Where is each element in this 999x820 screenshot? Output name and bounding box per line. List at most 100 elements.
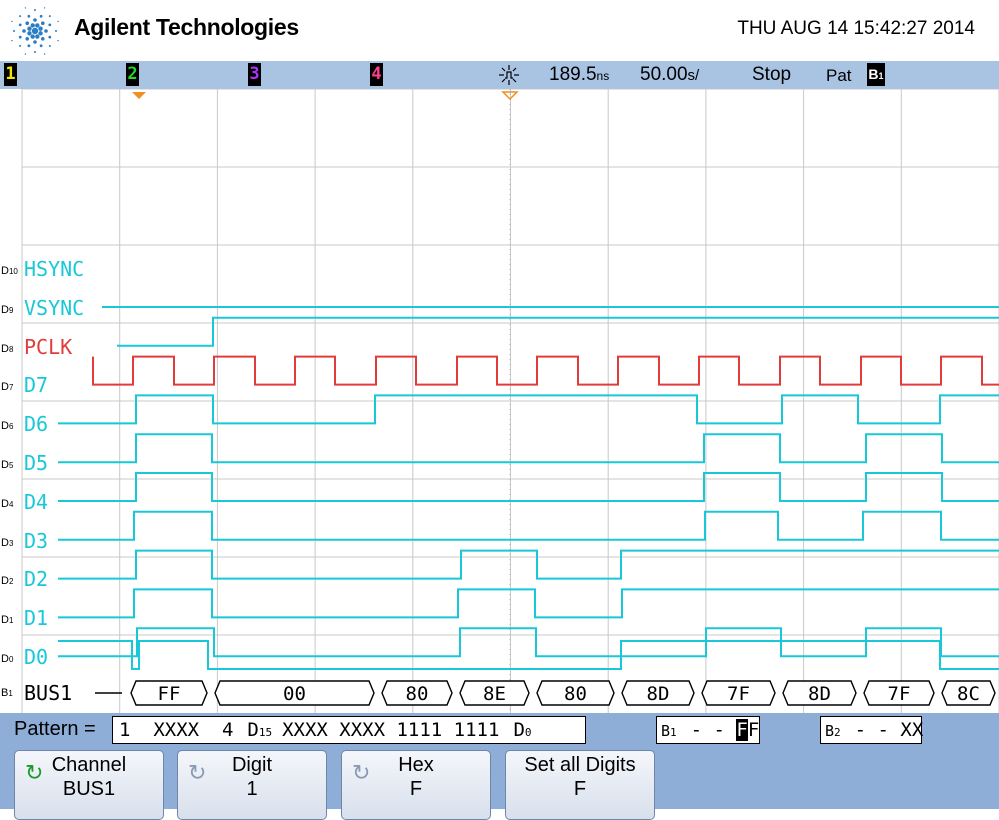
trigger-position-marker bbox=[132, 92, 146, 99]
pattern-d15-label: D bbox=[247, 719, 259, 741]
pattern-b1-box[interactable]: B1 - - FF bbox=[656, 716, 760, 744]
chan-id-number: 1 bbox=[8, 616, 14, 626]
logo-dot-27 bbox=[34, 51, 36, 53]
softkey-channel-value: BUS1 bbox=[62, 778, 116, 800]
softkey-channel-label: Channel bbox=[51, 754, 127, 776]
timebase[interactable]: 50.00s/ bbox=[640, 64, 699, 86]
channel-4-badge[interactable]: 4 bbox=[370, 63, 383, 86]
channel-label-d4[interactable]: D4 bbox=[24, 490, 48, 514]
channel-2-badge[interactable]: 2 bbox=[126, 63, 139, 86]
trigger-icon bbox=[499, 65, 519, 85]
channel-label-d9[interactable]: VSYNC bbox=[24, 296, 84, 320]
bus-label[interactable]: BUS1 bbox=[24, 681, 72, 705]
delay-unit: ns bbox=[596, 69, 610, 83]
bus-value-6: 7F bbox=[727, 683, 750, 705]
logo-dot-3 bbox=[30, 34, 35, 39]
channel-label-d10[interactable]: HSYNC bbox=[24, 257, 84, 281]
logo-dot-8 bbox=[38, 26, 43, 31]
softkey-set-all-label: Set all Digits bbox=[524, 754, 636, 776]
channel-label-d7[interactable]: D7 bbox=[24, 373, 48, 397]
bus-outline bbox=[130, 680, 996, 706]
wave-d4 bbox=[58, 510, 999, 541]
softkey-channel[interactable]: ↻ Channel BUS1 bbox=[14, 750, 164, 820]
bus-value-0: FF bbox=[158, 683, 181, 705]
logo-dot-7 bbox=[35, 23, 40, 28]
horizontal-delay[interactable]: 189.5ns bbox=[549, 64, 609, 86]
channel-3-badge[interactable]: 3 bbox=[248, 63, 261, 86]
wave-d7 bbox=[58, 394, 999, 425]
pattern-value-box[interactable]: 1 XXXX 4 D15 XXXX XXXX 1111 1111 D0 bbox=[112, 716, 586, 744]
logo-dot-24 bbox=[48, 23, 52, 27]
logo-dot-35 bbox=[24, 53, 27, 55]
chan-id-letter: D bbox=[1, 303, 9, 316]
channel-label-d3[interactable]: D3 bbox=[24, 529, 48, 553]
channel-label-d6[interactable]: D6 bbox=[24, 412, 48, 436]
logo-dot-39 bbox=[43, 7, 46, 9]
pattern-value1: 1 XXXX 4 bbox=[119, 719, 234, 741]
chan-id-letter: D bbox=[1, 536, 9, 549]
status-bar: 1 2 3 4 189.5ns 50.00s/ Stop Pat B1 bbox=[0, 61, 999, 89]
channel-label-d2[interactable]: D2 bbox=[24, 567, 48, 591]
wave-vsync bbox=[117, 316, 999, 347]
softkey-hex[interactable]: ↻ Hex F bbox=[341, 750, 491, 820]
channel-id-d1: D1 bbox=[1, 614, 13, 626]
pat-bus-badge[interactable]: B1 bbox=[867, 63, 885, 86]
run-state[interactable]: Stop bbox=[752, 64, 791, 86]
pat-badge-letter: B bbox=[868, 66, 879, 82]
chan-id-number: 8 bbox=[8, 344, 14, 354]
datetime: THU AUG 14 15:42:27 2014 bbox=[737, 18, 975, 39]
channel-label-d8[interactable]: PCLK bbox=[24, 335, 72, 359]
waveform-canvas: FF 00 80 8E 80 8D 7F 8D 7F 8C bbox=[21, 89, 999, 713]
b1-value-cursor: F bbox=[736, 719, 748, 741]
channel-3-label: 3 bbox=[249, 64, 260, 84]
bus-value-1: 00 bbox=[283, 683, 306, 705]
wave-d5 bbox=[58, 472, 999, 502]
channel-1-label: 1 bbox=[5, 64, 16, 84]
logo-dot-9 bbox=[44, 29, 48, 33]
channel-4-label: 4 bbox=[371, 64, 382, 84]
logo-dot-10 bbox=[40, 36, 45, 41]
bus-value-2: 80 bbox=[406, 683, 429, 705]
pattern-b2-box[interactable]: B2 - - XX bbox=[820, 716, 923, 744]
logo-dot-16 bbox=[40, 21, 45, 26]
logo-dot-18 bbox=[39, 44, 43, 48]
channel-id-d10: D10 bbox=[1, 265, 18, 277]
pat-badge-sub: 1 bbox=[878, 71, 884, 81]
delay-value: 189.5 bbox=[549, 64, 597, 85]
waveform-display[interactable]: FF 00 80 8E 80 8D 7F 8D 7F 8C HSYNC D10 VSYNC D9 PCLK… bbox=[0, 89, 999, 713]
logo-dot-4 bbox=[27, 31, 32, 36]
logo-dot-28 bbox=[19, 44, 22, 47]
softkey-digit[interactable]: ↻ Digit 1 bbox=[177, 750, 327, 820]
pat-label: Pat bbox=[826, 66, 852, 85]
wave-d6 bbox=[58, 433, 999, 464]
brand-name: Agilent Technologies bbox=[74, 14, 299, 40]
chan-id-letter: D bbox=[1, 381, 9, 394]
chan-id-number: 6 bbox=[8, 422, 14, 432]
pattern-d0-label: D bbox=[513, 719, 525, 741]
channel-label-d0[interactable]: D0 bbox=[24, 645, 48, 669]
softkey-hex-value: F bbox=[409, 778, 423, 800]
logo-dot-5 bbox=[27, 26, 32, 31]
wave-d2 bbox=[58, 588, 999, 619]
logo-dot-17 bbox=[48, 35, 52, 39]
logo-dot-31 bbox=[34, 9, 36, 11]
channel-id-d2: D2 bbox=[1, 575, 13, 587]
chan-id-letter: D bbox=[1, 653, 9, 665]
chan-id-number: 2 bbox=[8, 577, 14, 587]
wave-d0 bbox=[58, 640, 999, 670]
wave-pclk bbox=[92, 355, 999, 386]
channel-label-d1[interactable]: D1 bbox=[24, 606, 48, 630]
logo-dot-20 bbox=[18, 35, 22, 39]
logo-dot-25 bbox=[55, 30, 57, 32]
channel-1-badge[interactable]: 1 bbox=[4, 63, 17, 86]
softkey-set-all-value: F bbox=[573, 778, 587, 800]
softkey-set-all-digits[interactable]: Set all Digits F bbox=[505, 750, 655, 820]
channel-id-d5: D5 bbox=[1, 459, 13, 471]
timebase-unit: s/ bbox=[687, 67, 700, 84]
channel-label-d5[interactable]: D5 bbox=[24, 451, 48, 475]
agilent-logo-icon bbox=[11, 7, 59, 55]
b2-sub: 2 bbox=[834, 726, 841, 739]
bus-value-9: 8C bbox=[957, 683, 980, 705]
chan-id-number: 4 bbox=[8, 499, 14, 509]
logo-dot-1 bbox=[38, 31, 43, 36]
